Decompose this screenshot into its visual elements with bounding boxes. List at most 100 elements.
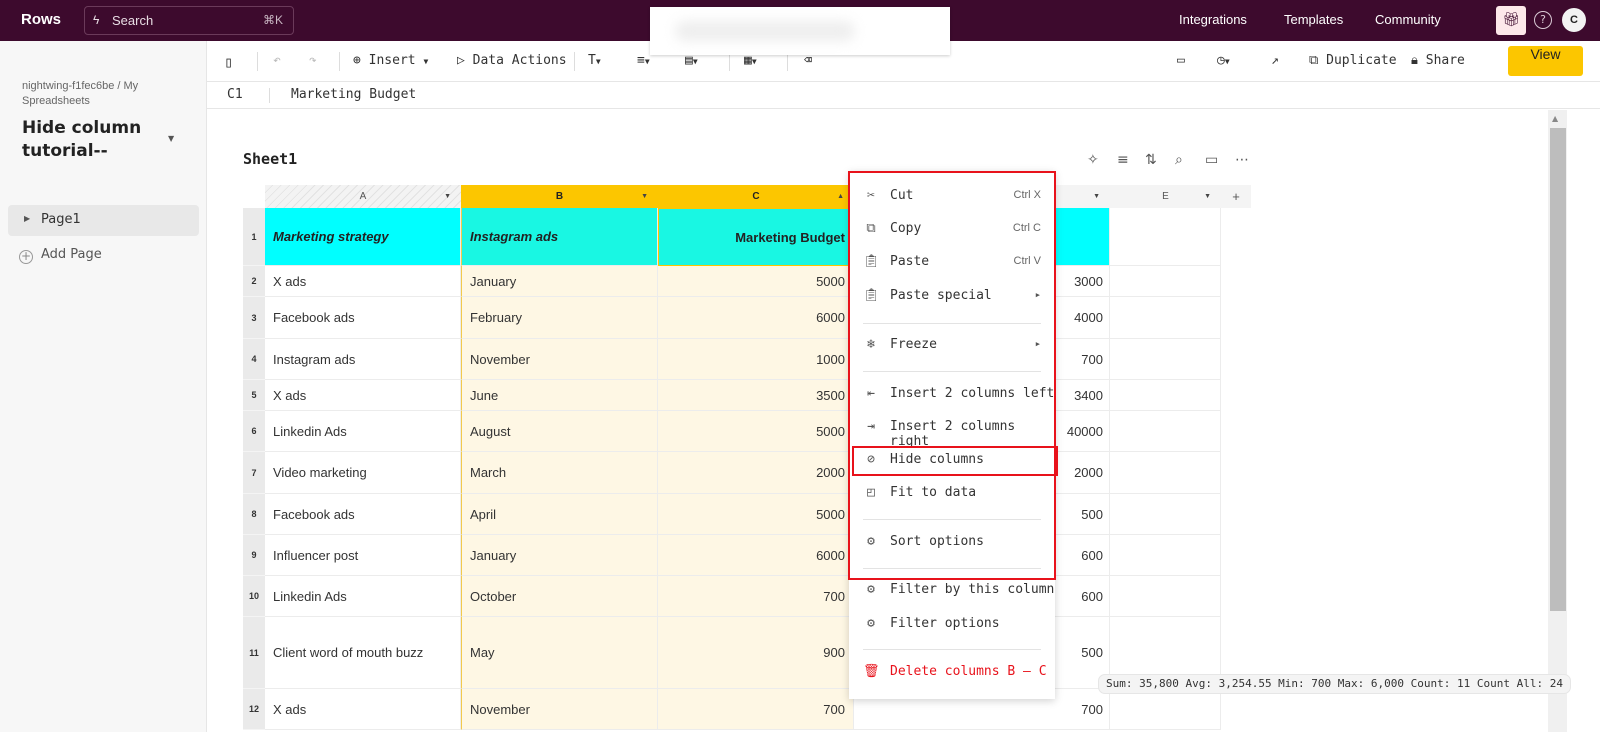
avatar[interactable]: C: [1562, 8, 1586, 32]
caret-down-icon[interactable]: ▼: [444, 185, 451, 208]
caret-right-icon[interactable]: ▶: [24, 214, 30, 223]
cell-b4[interactable]: November: [461, 339, 658, 380]
view-button[interactable]: View: [1508, 46, 1583, 76]
clear-format-icon[interactable]: ⌫: [804, 53, 812, 68]
cell-c9[interactable]: 6000: [658, 535, 854, 576]
search-input[interactable]: ϟ Search ⌘K: [84, 6, 294, 35]
menu-item-insert-2-columns-right[interactable]: ⇥ Insert 2 columns right: [849, 414, 1055, 449]
sheet-title[interactable]: Sheet1: [243, 150, 297, 168]
caret-down-icon[interactable]: ▼: [641, 185, 648, 208]
rows-logo[interactable]: Rows: [21, 11, 61, 28]
sidebar-item-page1[interactable]: ▶ Page1: [8, 205, 199, 236]
menu-item-cut[interactable]: ✂ Cut Ctrl X: [849, 183, 1055, 211]
cell-e7[interactable]: [1110, 452, 1221, 494]
cell-a8[interactable]: Facebook ads: [265, 494, 461, 535]
menu-item-filter-by-this-column[interactable]: ⚙ Filter by this column: [849, 577, 1055, 605]
menu-item-insert-2-columns-left[interactable]: ⇤ Insert 2 columns left: [849, 381, 1055, 409]
cell-b10[interactable]: October: [461, 576, 658, 617]
column-header-c[interactable]: C ▲: [658, 185, 854, 208]
cell-b1[interactable]: Instagram ads: [461, 208, 658, 266]
nav-community[interactable]: Community: [1375, 12, 1441, 27]
caret-up-icon[interactable]: ▲: [837, 185, 844, 208]
help-icon[interactable]: ?: [1534, 11, 1552, 29]
cell-c4[interactable]: 1000: [658, 339, 854, 380]
cell-c11[interactable]: 900: [658, 617, 854, 689]
cell-e8[interactable]: [1110, 494, 1221, 535]
caret-down-icon[interactable]: ▼: [1093, 185, 1100, 208]
formula-input[interactable]: Marketing Budget: [291, 87, 416, 102]
cell-c1[interactable]: Marketing Budget: [658, 208, 854, 266]
cell-a4[interactable]: Instagram ads: [265, 339, 461, 380]
text-format-icon[interactable]: T▼: [588, 53, 601, 68]
redo-icon[interactable]: ↷: [309, 53, 317, 68]
cell-a10[interactable]: Linkedin Ads: [265, 576, 461, 617]
align-icon[interactable]: ≡▼: [637, 53, 650, 68]
row-number[interactable]: 3: [243, 297, 265, 339]
nav-templates[interactable]: Templates: [1284, 12, 1343, 27]
cell-b12[interactable]: November: [461, 689, 658, 730]
insert-button[interactable]: ⊕ Insert ▼: [353, 53, 428, 68]
row-number[interactable]: 10: [243, 576, 265, 617]
column-header-b[interactable]: B ▼: [461, 185, 658, 208]
document-title[interactable]: Hide column tutorial--: [22, 117, 162, 163]
cell-c7[interactable]: 2000: [658, 452, 854, 494]
cell-c3[interactable]: 6000: [658, 297, 854, 339]
breadcrumb[interactable]: nightwing-f1fec6be / My Spreadsheets: [22, 79, 192, 109]
nav-integrations[interactable]: Integrations: [1179, 12, 1247, 27]
duplicate-button[interactable]: ⧉ Duplicate: [1309, 53, 1397, 68]
search-icon[interactable]: ⌕: [1175, 152, 1183, 168]
cell-a5[interactable]: X ads: [265, 380, 461, 411]
cell-e6[interactable]: [1110, 411, 1221, 452]
cell-c10[interactable]: 700: [658, 576, 854, 617]
cell-reference[interactable]: C1: [227, 87, 243, 102]
trend-icon[interactable]: ↗: [1271, 53, 1279, 68]
row-number[interactable]: 6: [243, 411, 265, 452]
menu-item-sort-options[interactable]: ⚙ Sort options: [849, 529, 1055, 557]
add-column-button[interactable]: +: [1221, 185, 1251, 208]
share-button[interactable]: 🔒︎ Share: [1411, 53, 1465, 68]
cell-b7[interactable]: March: [461, 452, 658, 494]
row-number[interactable]: 9: [243, 535, 265, 576]
cell-e4[interactable]: [1110, 339, 1221, 380]
row-number[interactable]: 11: [243, 617, 265, 689]
row-number[interactable]: 12: [243, 689, 265, 730]
cell-e3[interactable]: [1110, 297, 1221, 339]
cell-b9[interactable]: January: [461, 535, 658, 576]
row-number[interactable]: 8: [243, 494, 265, 535]
cell-c12[interactable]: 700: [658, 689, 854, 730]
cell-e2[interactable]: [1110, 266, 1221, 297]
filter-icon[interactable]: ≡: [1117, 152, 1129, 168]
cell-format-icon[interactable]: ▤▼: [685, 53, 698, 68]
cell-a12[interactable]: X ads: [265, 689, 461, 730]
chevron-down-icon[interactable]: ▼: [168, 134, 174, 143]
menu-item-copy[interactable]: ⧉ Copy Ctrl C: [849, 216, 1055, 244]
cell-e9[interactable]: [1110, 535, 1221, 576]
cell-a3[interactable]: Facebook ads: [265, 297, 461, 339]
cell-a11[interactable]: Client word of mouth buzz: [265, 617, 461, 689]
row-number[interactable]: 4: [243, 339, 265, 380]
cell-c2[interactable]: 5000: [658, 266, 854, 297]
comment-icon[interactable]: ▭: [1177, 53, 1185, 68]
cell-c6[interactable]: 5000: [658, 411, 854, 452]
cell-b3[interactable]: February: [461, 297, 658, 339]
cell-a7[interactable]: Video marketing: [265, 452, 461, 494]
border-icon[interactable]: ▦▼: [744, 53, 757, 68]
row-number[interactable]: 5: [243, 380, 265, 411]
cell-b6[interactable]: August: [461, 411, 658, 452]
caret-down-icon[interactable]: ▼: [1204, 185, 1211, 208]
cell-e1[interactable]: [1110, 208, 1221, 266]
column-header-a[interactable]: A ▼: [265, 185, 461, 208]
undo-icon[interactable]: ↶: [273, 53, 281, 68]
comment-icon[interactable]: ▭: [1205, 152, 1218, 168]
cell-e10[interactable]: [1110, 576, 1221, 617]
menu-item-delete-columns-b-c[interactable]: 🗑︎ Delete columns B – C: [849, 659, 1055, 687]
cell-a9[interactable]: Influencer post: [265, 535, 461, 576]
cell-a2[interactable]: X ads: [265, 266, 461, 297]
menu-item-paste-special[interactable]: 📋︎ Paste special ▶: [849, 283, 1055, 311]
gift-icon[interactable]: 🎁︎: [1496, 6, 1526, 35]
cell-c8[interactable]: 5000: [658, 494, 854, 535]
row-number[interactable]: 2: [243, 266, 265, 297]
cell-b11[interactable]: May: [461, 617, 658, 689]
sidebar-toggle-icon[interactable]: ▯: [224, 53, 233, 71]
cell-b8[interactable]: April: [461, 494, 658, 535]
